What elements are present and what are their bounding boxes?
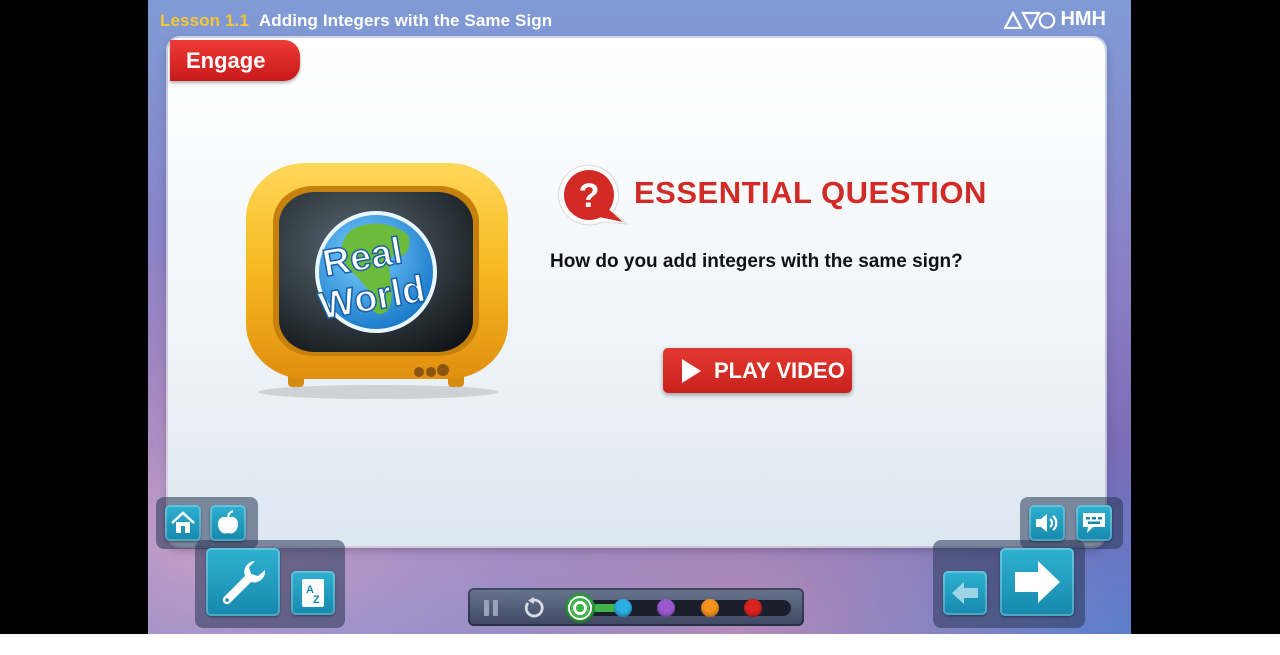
left-letterbox (0, 0, 148, 634)
right-letterbox (1131, 0, 1280, 634)
progress-step-5[interactable] (744, 599, 762, 617)
tools-button[interactable] (206, 548, 280, 616)
engage-tab: Engage (170, 40, 300, 81)
wrench-icon (222, 561, 266, 605)
lesson-screen: Lesson 1.1 Adding Integers with the Same … (148, 0, 1131, 634)
lesson-title: Adding Integers with the Same Sign (258, 11, 553, 30)
back-button[interactable] (943, 571, 987, 615)
glossary-icon: A Z (302, 579, 324, 607)
progress-step-3[interactable] (657, 599, 675, 617)
home-icon (171, 511, 195, 533)
next-button[interactable] (1000, 548, 1074, 616)
play-icon (682, 358, 701, 383)
question-bubble-icon: ? (558, 164, 629, 226)
progress-step-4[interactable] (701, 599, 719, 617)
play-video-button[interactable]: PLAY VIDEO (663, 348, 852, 393)
replay-icon (524, 597, 544, 618)
glossary-button[interactable]: A Z (291, 571, 335, 615)
play-video-label: PLAY VIDEO (714, 357, 845, 383)
speaker-icon (1036, 514, 1058, 532)
arrow-left-icon (952, 582, 978, 604)
svg-text:Z: Z (313, 594, 320, 606)
captions-icon (1083, 513, 1105, 533)
teacher-resources-button[interactable] (210, 505, 246, 541)
progress-step-2[interactable] (614, 599, 632, 617)
real-world-tv-image: Real World (246, 163, 508, 399)
pause-button[interactable] (478, 594, 504, 622)
audio-button[interactable] (1029, 505, 1065, 541)
apple-icon (218, 510, 238, 534)
progress-step-1-current[interactable] (565, 593, 595, 623)
hmh-logo-text: HMH (1060, 8, 1106, 30)
essential-question-title: ESSENTIAL QUESTION (634, 175, 987, 210)
captions-button[interactable] (1076, 505, 1112, 541)
hmh-logo: HMH (1004, 8, 1106, 31)
pause-icon (484, 600, 498, 616)
home-button[interactable] (165, 505, 201, 541)
lesson-number: Lesson 1.1 (160, 11, 249, 30)
essential-question-text: How do you add integers with the same si… (550, 251, 963, 272)
hmh-logo-mark-icon (1004, 10, 1056, 29)
svg-text:?: ? (579, 177, 600, 215)
arrow-right-icon (1015, 561, 1060, 603)
lesson-header: Lesson 1.1 Adding Integers with the Same … (160, 11, 552, 31)
replay-button[interactable] (520, 594, 548, 622)
